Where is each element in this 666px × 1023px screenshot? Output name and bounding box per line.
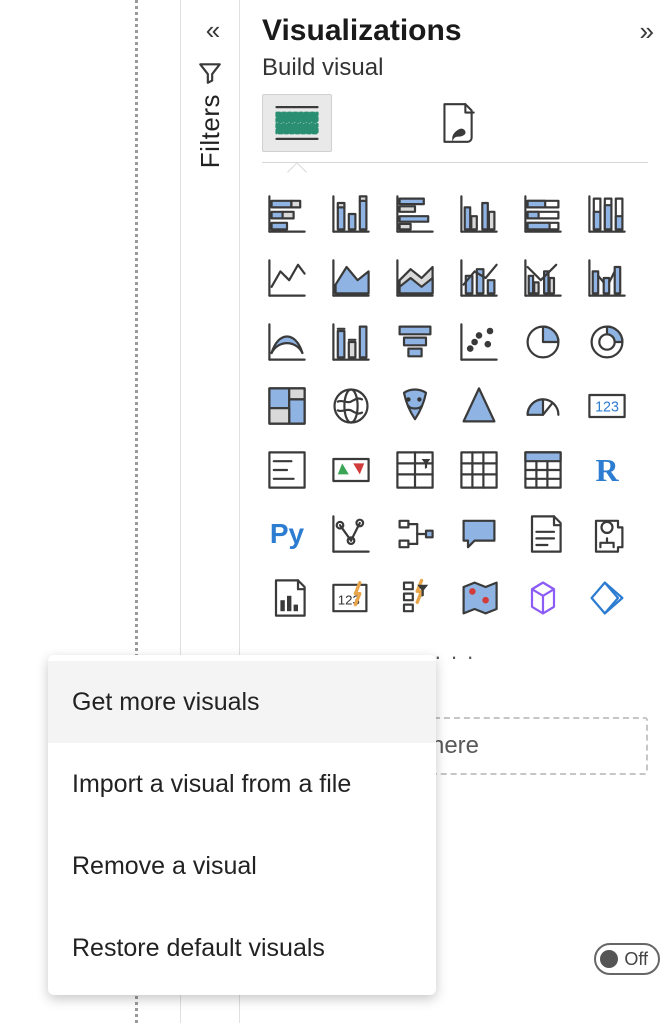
azure-map-icon[interactable] — [390, 381, 440, 431]
slicer-icon[interactable] — [326, 445, 376, 495]
gauge-icon[interactable] — [454, 381, 504, 431]
smart-narrative-icon[interactable] — [454, 509, 504, 559]
waterfall-chart-icon[interactable] — [262, 317, 312, 367]
expand-filters-button[interactable]: « — [206, 15, 214, 46]
r-script-visual-icon[interactable] — [518, 445, 568, 495]
build-visual-tab[interactable] — [262, 94, 332, 152]
menu-item-label: Remove a visual — [72, 852, 257, 881]
menu-get-more-visuals[interactable]: Get more visuals — [48, 661, 436, 743]
stacked-bar-chart-icon[interactable] — [262, 189, 312, 239]
stacked-column-chart-icon[interactable] — [326, 189, 376, 239]
line-chart-icon[interactable] — [262, 253, 312, 303]
hundred-percent-stacked-column-chart-icon[interactable] — [582, 189, 632, 239]
funnel-chart-icon[interactable] — [326, 317, 376, 367]
menu-item-label: Get more visuals — [72, 688, 260, 717]
r-script-label: R — [582, 445, 632, 495]
collapse-visualizations-button[interactable]: » — [640, 16, 648, 47]
menu-import-visual-from-file[interactable]: Import a visual from a file — [48, 743, 436, 825]
filters-funnel-icon — [197, 60, 223, 86]
filled-map-icon[interactable] — [326, 381, 376, 431]
stacked-area-chart-icon[interactable] — [390, 253, 440, 303]
get-more-visuals-icon[interactable] — [582, 573, 632, 623]
clustered-column-chart-icon[interactable] — [454, 189, 504, 239]
menu-restore-default-visuals[interactable]: Restore default visuals — [48, 907, 436, 989]
treemap-icon[interactable] — [582, 317, 632, 367]
scatter-chart-icon[interactable] — [390, 317, 440, 367]
kpi-icon[interactable] — [262, 445, 312, 495]
format-visual-icon — [434, 100, 480, 146]
menu-item-label: Import a visual from a file — [72, 770, 351, 799]
build-visual-icon — [272, 100, 322, 146]
filters-pane-label[interactable]: Filters — [195, 94, 226, 168]
ribbon-chart-icon[interactable] — [582, 253, 632, 303]
card-icon[interactable] — [518, 381, 568, 431]
python-label: Py — [262, 509, 312, 559]
key-influencers-icon[interactable]: Py — [262, 509, 312, 559]
visuals-context-menu: Get more visuals Import a visual from a … — [48, 655, 436, 995]
power-automate-icon[interactable]: 123 — [326, 573, 376, 623]
python-visual-icon[interactable]: R — [582, 445, 632, 495]
line-clustered-column-chart-icon[interactable] — [518, 253, 568, 303]
arcgis-maps-icon[interactable] — [390, 573, 440, 623]
paginated-report-icon[interactable] — [582, 509, 632, 559]
goals-icon[interactable] — [518, 509, 568, 559]
map-icon[interactable] — [262, 381, 312, 431]
line-stacked-column-chart-icon[interactable] — [454, 253, 504, 303]
clustered-bar-chart-icon[interactable] — [390, 189, 440, 239]
active-tab-caret — [287, 162, 307, 182]
matrix-icon[interactable] — [454, 445, 504, 495]
custom-visual-icon[interactable] — [518, 573, 568, 623]
power-apps-icon[interactable] — [262, 573, 312, 623]
multi-row-card-icon[interactable]: 123 — [582, 381, 632, 431]
menu-remove-visual[interactable]: Remove a visual — [48, 825, 436, 907]
qa-visual-icon[interactable] — [390, 509, 440, 559]
shape-map-icon[interactable] — [454, 573, 504, 623]
svg-text:123: 123 — [595, 400, 619, 416]
toggle-label: Off — [624, 949, 648, 970]
table-icon[interactable] — [390, 445, 440, 495]
tab-divider — [262, 162, 648, 163]
decomposition-tree-icon[interactable] — [326, 509, 376, 559]
format-visual-tab[interactable] — [422, 94, 492, 152]
hundred-percent-stacked-bar-chart-icon[interactable] — [518, 189, 568, 239]
visuals-gallery: 123 R Py 123 — [262, 189, 648, 623]
toggle-knob — [600, 950, 618, 968]
area-chart-icon[interactable] — [326, 253, 376, 303]
menu-item-label: Restore default visuals — [72, 934, 325, 963]
field-drop-hint: here — [431, 732, 479, 760]
pie-chart-icon[interactable] — [454, 317, 504, 367]
donut-chart-icon[interactable] — [518, 317, 568, 367]
cross-filter-toggle[interactable]: Off — [594, 943, 660, 975]
build-visual-label: Build visual — [262, 54, 648, 82]
visualizations-title: Visualizations — [262, 14, 462, 48]
